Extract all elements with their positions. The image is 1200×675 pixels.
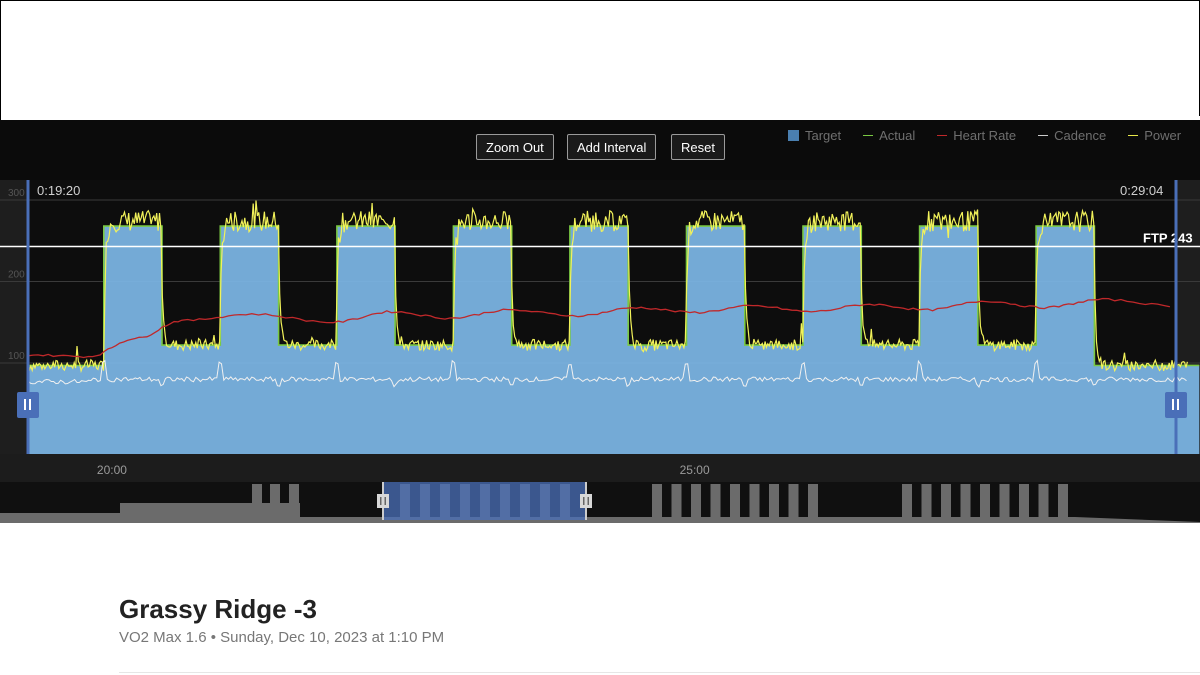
y-tick-label: 200 (8, 270, 25, 281)
x-tick-label: 20:00 (97, 463, 127, 477)
minimap-selection-window[interactable] (383, 482, 586, 520)
minimap-start-handle[interactable] (377, 494, 389, 508)
minimap-end-handle[interactable] (580, 494, 592, 508)
selection-end-handle[interactable] (1165, 392, 1187, 418)
x-tick-label: 25:00 (680, 463, 710, 477)
handle-grip-icon (29, 399, 31, 410)
x-axis-band (0, 454, 1200, 482)
y-tick-label: 300 (8, 188, 25, 199)
selection-start-handle[interactable] (17, 392, 39, 418)
handle-grip-icon (587, 497, 589, 505)
handle-grip-icon (1177, 399, 1179, 410)
handle-grip-icon (384, 497, 386, 505)
handle-grip-icon (24, 399, 26, 410)
selection-end-time: 0:29:04 (1120, 183, 1163, 198)
y-tick-label: 100 (8, 351, 25, 362)
top-blank-area (0, 0, 1200, 120)
ftp-label: FTP 243 (1143, 230, 1193, 245)
workout-chart-panel: Zoom Out Add Interval Reset Target Actual… (0, 120, 1200, 523)
divider (119, 672, 1200, 673)
selection-start-time: 0:19:20 (37, 183, 80, 198)
workout-title: Grassy Ridge -3 (119, 594, 317, 624)
handle-grip-icon (380, 497, 382, 505)
handle-grip-icon (1172, 399, 1174, 410)
power-chart[interactable]: 100 200 300 FTP 243 0:19:20 0:29:04 20:00 25:00 (0, 120, 1200, 523)
workout-subtitle: VO2 Max 1.6 • Sunday, Dec 10, 2023 at 1:… (119, 629, 445, 646)
handle-grip-icon (583, 497, 585, 505)
